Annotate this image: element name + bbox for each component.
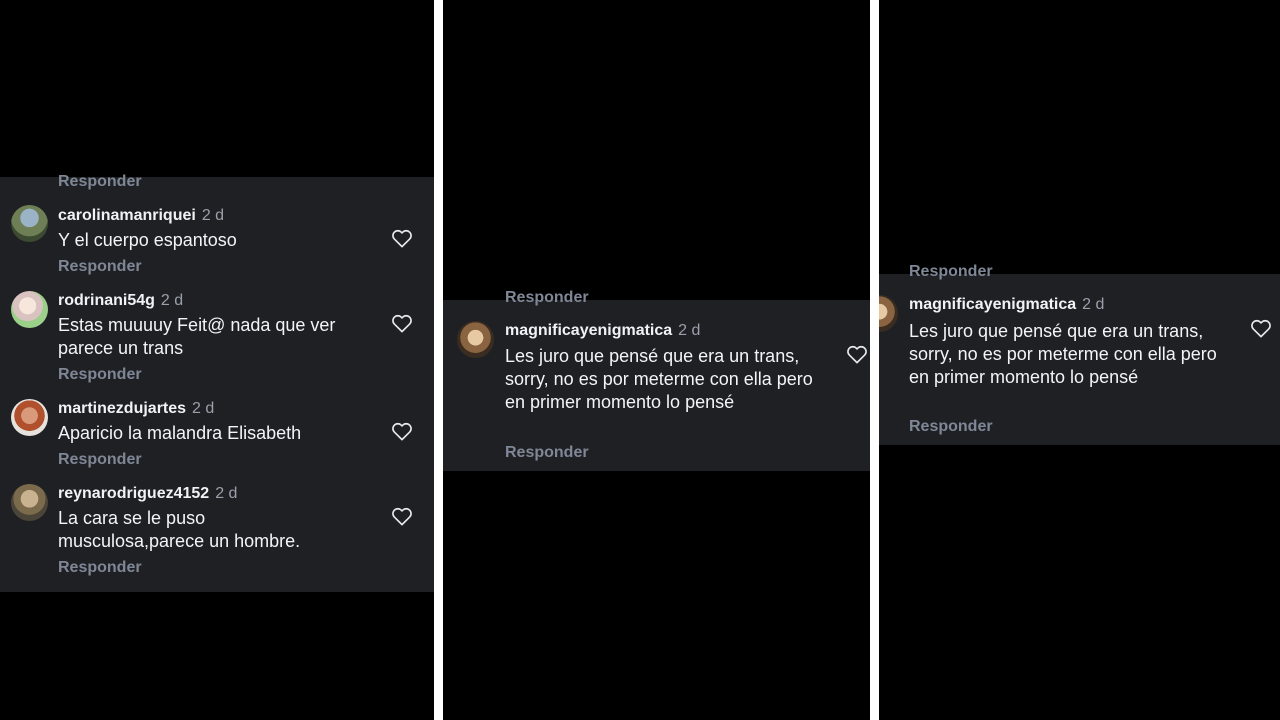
reply-button[interactable]: Responder	[505, 444, 589, 462]
avatar[interactable]	[11, 399, 48, 436]
reply-button[interactable]: Responder	[909, 418, 993, 436]
screenshot-panel-3: Responder magnificayenigmatica 2 d Les ju…	[879, 0, 1280, 720]
comments-section: Responder magnificayenigmatica 2 d Les ju…	[879, 263, 1280, 445]
comment-header: rodrinani54g 2 d	[58, 292, 183, 310]
avatar[interactable]	[11, 484, 48, 521]
heart-icon[interactable]	[846, 344, 868, 364]
reply-button[interactable]: Responder	[58, 366, 142, 384]
reply-button-partial[interactable]: Responder	[505, 289, 589, 307]
username[interactable]: magnificayenigmatica	[909, 296, 1076, 313]
username[interactable]: magnificayenigmatica	[505, 322, 672, 339]
avatar[interactable]	[879, 295, 898, 332]
comment-text: Aparicio la malandra Elisabeth	[58, 423, 302, 443]
comment-text: Les juro que pensé que era un trans, sor…	[505, 346, 813, 412]
comment-text: La cara se le puso musculosa,parece un h…	[58, 508, 301, 551]
avatar[interactable]	[457, 321, 494, 358]
heart-icon[interactable]	[1250, 318, 1272, 338]
comment-time: 2 d	[201, 207, 225, 224]
screenshot-panel-1: Responder carolinamanriquei 2 d Y el cuer…	[0, 0, 434, 720]
comments-section: Responder carolinamanriquei 2 d Y el cuer…	[0, 173, 434, 592]
comment-time: 2 d	[1082, 296, 1105, 313]
reply-button-partial[interactable]: Responder	[58, 173, 142, 191]
avatar[interactable]	[11, 205, 48, 242]
reply-button[interactable]: Responder	[58, 451, 142, 469]
reply-button[interactable]: Responder	[58, 258, 142, 276]
heart-icon[interactable]	[391, 228, 413, 248]
reply-button-partial[interactable]: Responder	[909, 263, 993, 281]
heart-icon[interactable]	[391, 506, 413, 526]
avatar[interactable]	[11, 291, 48, 328]
comment-time: 2 d	[215, 485, 238, 502]
comments-section: Responder magnificayenigmatica 2 d Les ju…	[443, 289, 870, 471]
comment-text: Les juro que pensé que era un trans, sor…	[909, 321, 1217, 387]
username[interactable]: carolinamanriquei	[58, 207, 196, 224]
comment-header: carolinamanriquei 2 d	[58, 207, 224, 225]
reply-button[interactable]: Responder	[58, 559, 142, 577]
comment-time: 2 d	[192, 400, 215, 417]
screenshot-panel-2: Responder magnificayenigmatica 2 d Les ju…	[443, 0, 870, 720]
username[interactable]: martinezdujartes	[58, 400, 186, 417]
heart-icon[interactable]	[391, 313, 413, 333]
comment-text: Y el cuerpo espantoso	[58, 230, 237, 250]
comment-header: magnificayenigmatica 2 d	[909, 296, 1104, 314]
heart-icon[interactable]	[391, 421, 413, 441]
comment-time: 2 d	[160, 292, 184, 309]
comment-header: martinezdujartes 2 d	[58, 400, 214, 418]
comment-header: reynarodriguez4152 2 d	[58, 485, 237, 503]
username[interactable]: rodrinani54g	[58, 292, 155, 309]
username[interactable]: reynarodriguez4152	[58, 485, 209, 502]
comment-time: 2 d	[678, 322, 701, 339]
comment-header: magnificayenigmatica 2 d	[505, 322, 700, 340]
comment-text: Estas muuuuy Feit@ nada que ver parece u…	[58, 315, 336, 358]
